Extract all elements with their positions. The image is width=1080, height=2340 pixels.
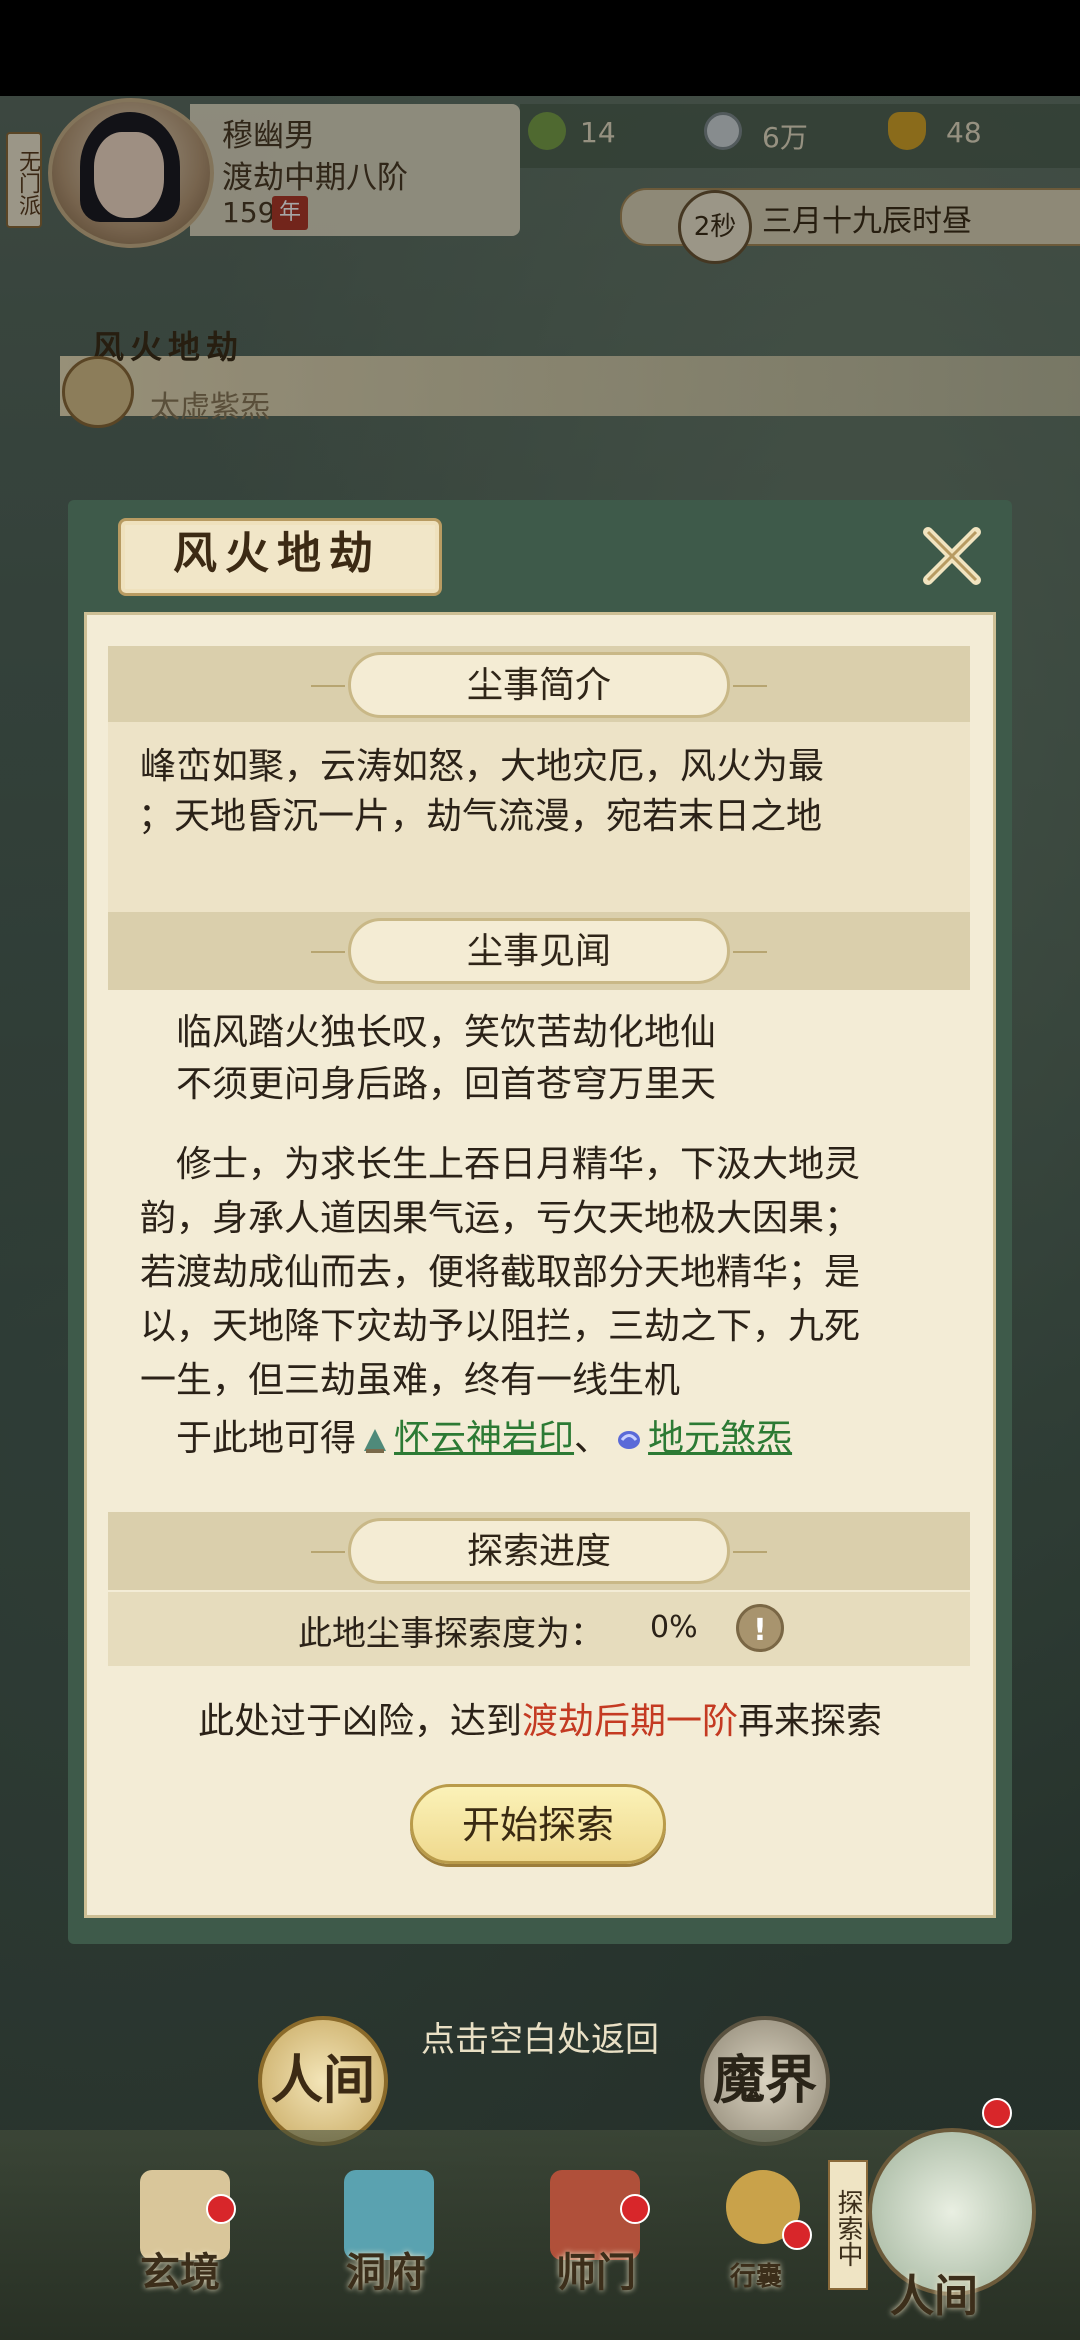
tap-to-close-hint: 点击空白处返回 [421,2020,659,2060]
progress-value: 0% [650,1610,698,1645]
exploring-tag: 探索中 [828,2160,868,2290]
warn-prefix: 此处过于凶险，达到 [197,1701,522,1742]
rock-seal-icon [364,1429,387,1453]
notification-dot [982,2098,1012,2128]
story-line-2: 韵，身承人道因果气运，亏欠天地极大因果； [140,1198,861,1239]
section-title-progress: 探索进度 [311,1518,767,1584]
poem-line-1: 临风踏火独长叹，笑饮苦劫化地仙 [176,1012,717,1053]
exclamation-icon[interactable]: ! [736,1604,784,1652]
obtain-prefix: 于此地可得 [176,1418,357,1459]
item-link-2[interactable]: 地元煞炁 [648,1418,792,1459]
modal-title: 风火地劫 [173,528,381,579]
world-demon-button[interactable]: 魔界 [700,2016,830,2146]
notification-dot [206,2194,236,2224]
world-human-button[interactable]: 人间 [258,2016,388,2146]
nav-xingnang[interactable]: 行囊 [730,2256,782,2293]
nav-xuanjing[interactable]: 玄境 [140,2240,220,2298]
start-explore-button[interactable]: 开始探索 [410,1784,666,1864]
intro-line-1: 峰峦如聚，云涛如怒，大地灾厄，风火为最 [140,746,825,787]
warn-suffix: 再来探索 [738,1701,883,1742]
obtain-line: 于此地可得 怀云神岩印、 地元煞炁 [176,1414,966,1464]
story-line-4: 以，天地降下灾劫予以阻拦，三劫之下，九死 [140,1306,861,1347]
qi-orb-icon [618,1431,641,1449]
required-rank: 渡劫后期一阶 [521,1701,738,1742]
progress-label: 此地尘事探索度为： [298,1614,604,1654]
close-icon [923,527,981,585]
story-line-1: 修士，为求长生上吞日月精华，下汲大地灵 [176,1144,861,1185]
notification-dot [782,2220,812,2250]
close-button[interactable] [912,516,992,596]
story-line-3: 若渡劫成仙而去，便将截取部分天地精华；是 [140,1252,861,1293]
nav-dongfu[interactable]: 洞府 [346,2240,426,2298]
notification-dot [620,2194,650,2224]
intro-line-2: ；天地昏沉一片，劫气流漫，宛若末日之地 [138,796,823,837]
poem-line-2: 不须更问身后路，回首苍穹万里天 [176,1064,717,1105]
level-warning: 此处过于凶险，达到渡劫后期一阶再来探索 [0,1692,1080,1744]
story-line-5: 一生，但三劫虽难，终有一线生机 [140,1360,681,1401]
item-separator: 、 [574,1418,611,1459]
item-link-1[interactable]: 怀云神岩印 [394,1418,574,1459]
status-bar [0,0,1080,96]
section-title-lore: 尘事见闻 [311,918,767,984]
nav-shimen[interactable]: 师门 [556,2240,636,2298]
section-title-intro: 尘事简介 [311,652,767,718]
nav-current-world[interactable]: 人间 [890,2260,978,2324]
